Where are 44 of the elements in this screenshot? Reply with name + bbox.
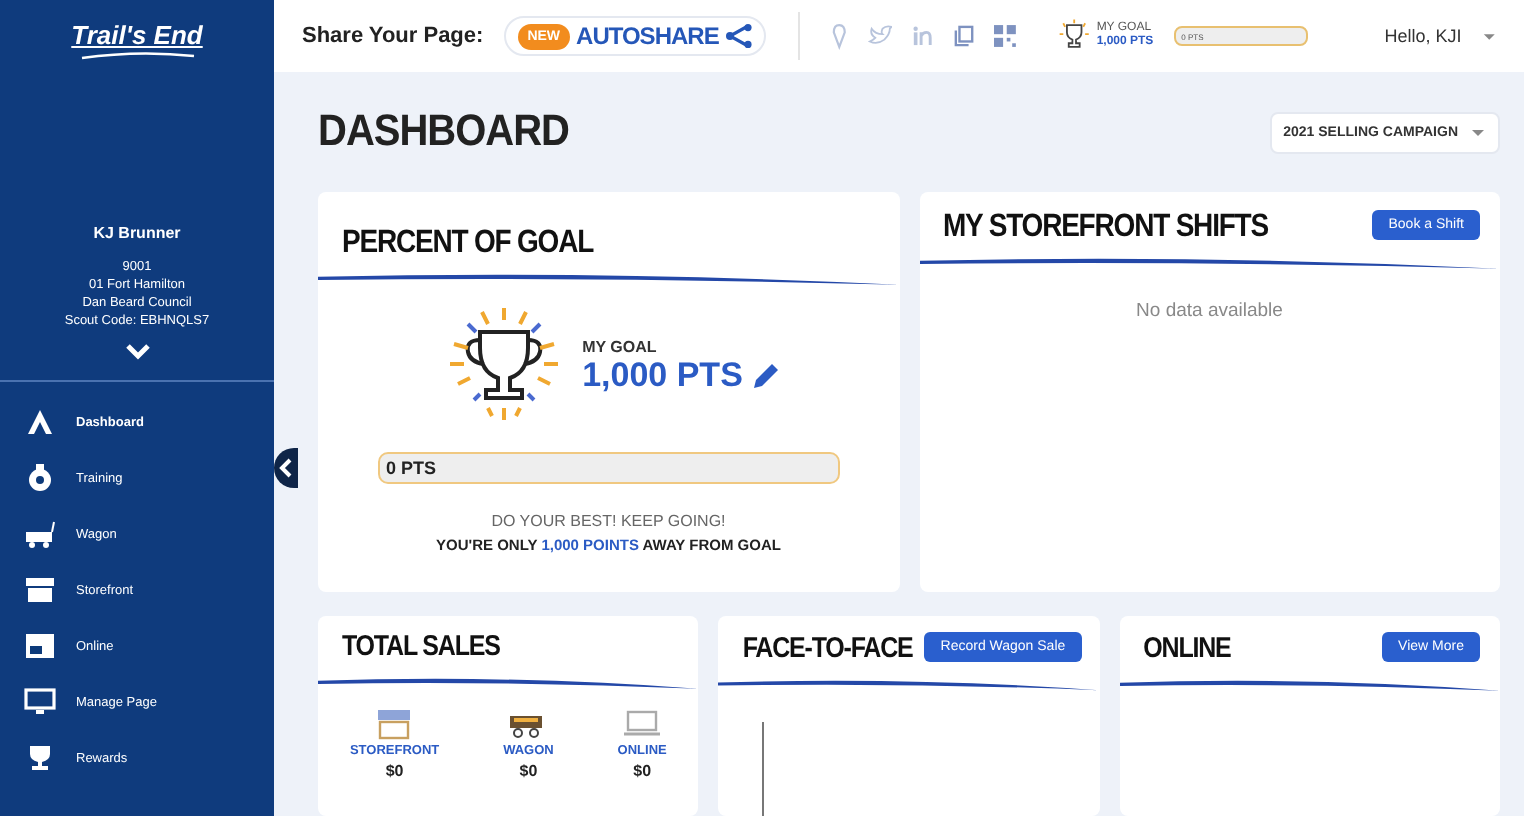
wave-divider-icon [919,256,1500,272]
card-title: TOTAL SALES [342,629,500,663]
empty-message: No data available [1136,300,1283,322]
caret-icon [1470,126,1486,138]
caret-icon[interactable] [1481,30,1496,42]
copy-icon[interactable] [954,24,975,48]
wave-divider-icon [318,676,699,692]
profile-name: KJ Brunner [93,224,181,242]
storefront-icon [24,576,56,604]
wave-divider-icon [1119,678,1500,694]
tent-icon [24,408,56,436]
collapse-button[interactable] [274,448,298,488]
page-title: DASHBOARD [318,106,569,158]
logo-swoosh-icon [77,50,197,62]
sales-value: $0 [385,762,404,780]
goal-value: 1,000 PTS [582,355,743,395]
chevron-down-icon[interactable] [123,342,151,360]
encouragement-text: DO YOUR BEST! KEEP GOING! [491,512,726,530]
trophy-icon [24,744,56,772]
progress-text: 0 PTS [384,458,437,478]
card-title: MY STOREFRONT SHIFTS [943,205,1268,243]
logo[interactable]: Trail's End [71,20,203,50]
trophy-icon [1056,18,1093,54]
goal-label: MY GOAL [582,337,659,355]
card-title: FACE-TO-FACE [742,630,913,664]
twitter-icon[interactable] [867,24,893,48]
qr-code-icon[interactable] [994,24,1017,48]
chevron-left-icon [278,458,294,478]
user-greeting[interactable]: Hello, KJI [1384,26,1462,46]
chart-axis [762,721,765,816]
sales-value: $0 [633,762,652,780]
card-title: ONLINE [1143,630,1231,664]
monitor-icon [24,688,56,716]
card-title: PERCENT OF GOAL [342,221,594,259]
wagon-icon [24,520,56,548]
share-label: Share Your Page: [302,24,484,48]
pin-icon[interactable] [832,22,848,50]
pencil-icon[interactable] [750,359,783,391]
share-icon [724,24,753,48]
laptop-icon [620,708,665,740]
sales-value: $0 [519,762,538,780]
badge-icon [24,464,56,492]
linkedin-icon[interactable] [912,24,935,48]
laptop-icon [24,632,56,660]
